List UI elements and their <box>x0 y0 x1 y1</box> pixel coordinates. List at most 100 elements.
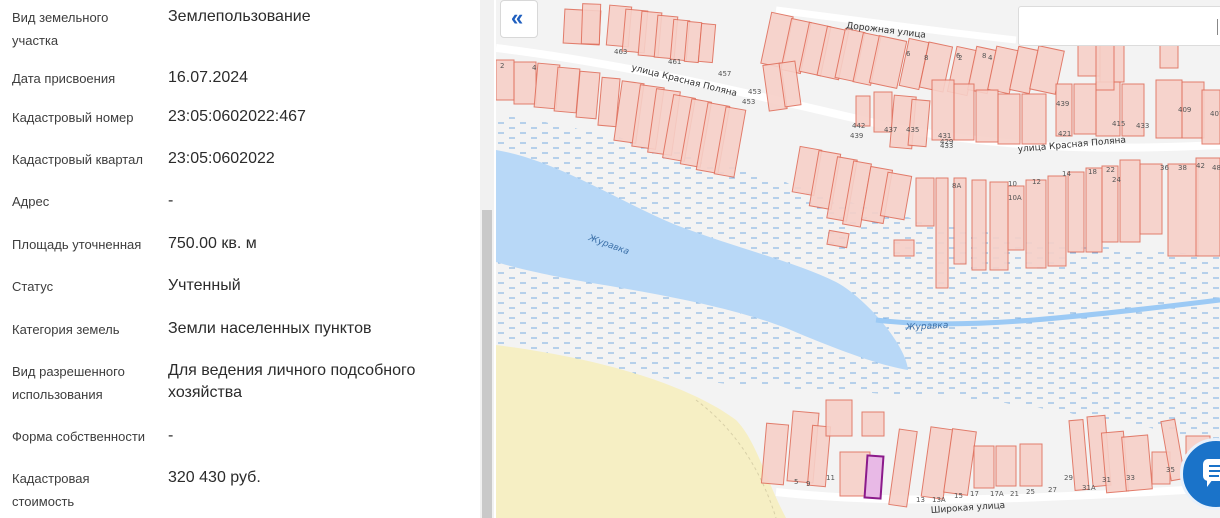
parcel-number-28: 42 <box>1196 162 1205 170</box>
parcel-70[interactable] <box>1025 179 1047 269</box>
parcel-number-53: 35 <box>1166 466 1175 474</box>
parcel-67[interactable] <box>971 179 987 271</box>
parcel-25[interactable] <box>496 59 515 101</box>
value-status: Учтенный <box>168 277 241 294</box>
label-cadastral-quarter: Кадастровый квартал <box>12 152 143 167</box>
parcel-number-50: 31А <box>1082 484 1096 492</box>
label-assign-date: Дата присвоения <box>12 71 116 86</box>
label-permitted-use: Вид разрешенного использования <box>12 364 125 402</box>
parcel-number-39: 9 <box>806 480 810 488</box>
parcel-number-16: 442 <box>852 122 865 130</box>
label-cadastral-cost: Кадастровая стоимость <box>12 471 90 509</box>
value-cadastral-cost: 320 430 руб. <box>168 469 261 486</box>
parcel-90[interactable] <box>973 445 995 489</box>
parcel-number-20: 6 <box>906 50 911 58</box>
parcel-number-11: 421 <box>1058 130 1071 138</box>
parcel-48[interactable] <box>1073 83 1097 135</box>
value-area: 750.00 кв. м <box>168 235 257 252</box>
parcel-number-23: 4 <box>988 54 993 62</box>
parcel-65[interactable] <box>935 177 949 289</box>
map-search-input[interactable] <box>1018 6 1220 46</box>
label-area: Площадь уточненная <box>12 237 142 252</box>
cadastral-map[interactable]: Дорожная улица улица Красная Поляна улиц… <box>496 0 1220 518</box>
value-address: - <box>168 192 174 209</box>
parcel-91[interactable] <box>995 445 1017 487</box>
parcel-92[interactable] <box>1019 443 1043 487</box>
parcel-number-48: 27 <box>1048 486 1057 494</box>
search-cursor <box>1217 19 1218 35</box>
parcel-number-31: 18 <box>1088 168 1097 176</box>
parcel-57[interactable] <box>1095 43 1115 91</box>
parcel-number-30: 14 <box>1062 170 1071 178</box>
parcel-80[interactable] <box>826 229 850 249</box>
collapse-panel-button[interactable]: « <box>500 0 538 38</box>
value-assign-date: 16.07.2024 <box>168 69 249 86</box>
parcel-number-21: 8 <box>924 54 928 62</box>
parcel-41[interactable] <box>907 98 931 148</box>
chat-button[interactable] <box>1180 438 1220 510</box>
parcel-number-9: 407 <box>1210 110 1220 118</box>
parcel-6[interactable] <box>697 22 717 64</box>
parcel-number-13: 435 <box>906 126 919 134</box>
parcel-47[interactable] <box>1055 83 1073 137</box>
parcel-8[interactable] <box>580 3 602 45</box>
value-permitted-use: Для ведения личного подсобного хозяйства <box>168 362 416 401</box>
parcel-71[interactable] <box>1047 175 1067 267</box>
parcel-number-25: 8 <box>982 52 986 60</box>
parcel-number-37: 12 <box>1032 178 1041 186</box>
parcel-number-44: 17 <box>970 490 979 498</box>
parcel-45[interactable] <box>997 93 1021 145</box>
parcel-79[interactable] <box>893 239 915 257</box>
parcel-info-panel: Вид земельного участка Землепользование … <box>0 0 480 518</box>
label-cadastral-number: Кадастровый номер <box>12 110 134 125</box>
parcel-64[interactable] <box>915 177 935 227</box>
value-cadastral-number[interactable]: 23:05:0602022:467 <box>168 106 458 128</box>
parcel-96[interactable] <box>1121 434 1153 492</box>
panel-scrollbar-thumb[interactable] <box>482 210 492 518</box>
parcel-number-32: 22 <box>1106 166 1115 174</box>
parcel-68[interactable] <box>989 181 1009 271</box>
parcel-75[interactable] <box>1119 159 1141 243</box>
label-parcel-type: Вид земельного участка <box>12 10 109 48</box>
parcel-number-4: 453 <box>742 98 755 106</box>
parcel-number-12: 437 <box>884 126 897 134</box>
double-chevron-left-icon: « <box>511 5 524 30</box>
selected-parcel[interactable] <box>863 454 885 500</box>
parcel-46[interactable] <box>1021 93 1047 145</box>
parcel-28[interactable] <box>553 66 581 114</box>
parcel-number-45: 17А <box>990 490 1004 498</box>
parcel-number-36: 10А <box>1008 194 1022 202</box>
label-ownership: Форма собственности <box>12 429 146 444</box>
parcel-number-27: 38 <box>1178 164 1187 172</box>
parcel-73[interactable] <box>1085 167 1103 253</box>
parcel-number-51: 31 <box>1102 476 1111 484</box>
value-cadastral-quarter[interactable]: 23:05:0602022 <box>168 148 458 170</box>
parcel-number-19: 4 <box>532 64 537 72</box>
parcel-29[interactable] <box>575 70 601 120</box>
parcel-86[interactable] <box>861 411 885 437</box>
parcel-66[interactable] <box>953 177 967 265</box>
parcel-number-18: 2 <box>500 62 504 70</box>
parcel-72[interactable] <box>1067 171 1085 253</box>
map-canvas[interactable]: Дорожная улица улица Красная Поляна улиц… <box>496 0 1220 518</box>
parcel-number-8: 409 <box>1178 106 1191 114</box>
parcel-number-40: 11 <box>826 474 835 482</box>
label-address: Адрес <box>12 194 50 209</box>
parcel-76[interactable] <box>1139 163 1163 235</box>
parcel-81[interactable] <box>760 422 790 486</box>
parcel-number-24: 6 <box>956 52 961 60</box>
parcel-number-43: 15 <box>954 492 963 500</box>
parcel-number-3: 453 <box>748 88 761 96</box>
value-ownership: - <box>168 427 174 444</box>
parcel-78[interactable] <box>1195 157 1220 257</box>
parcel-42[interactable] <box>931 79 955 141</box>
parcel-84[interactable] <box>825 399 853 437</box>
parcel-number-42: 13А <box>932 496 946 504</box>
parcel-77[interactable] <box>1167 163 1199 257</box>
parcel-44[interactable] <box>975 89 999 143</box>
parcel-number-35: 10 <box>1008 180 1017 188</box>
parcel-number-47: 25 <box>1026 488 1035 496</box>
parcel-number-26: 36 <box>1160 164 1169 172</box>
parcel-43[interactable] <box>953 83 975 141</box>
parcel-number-34: 8А <box>952 182 961 190</box>
